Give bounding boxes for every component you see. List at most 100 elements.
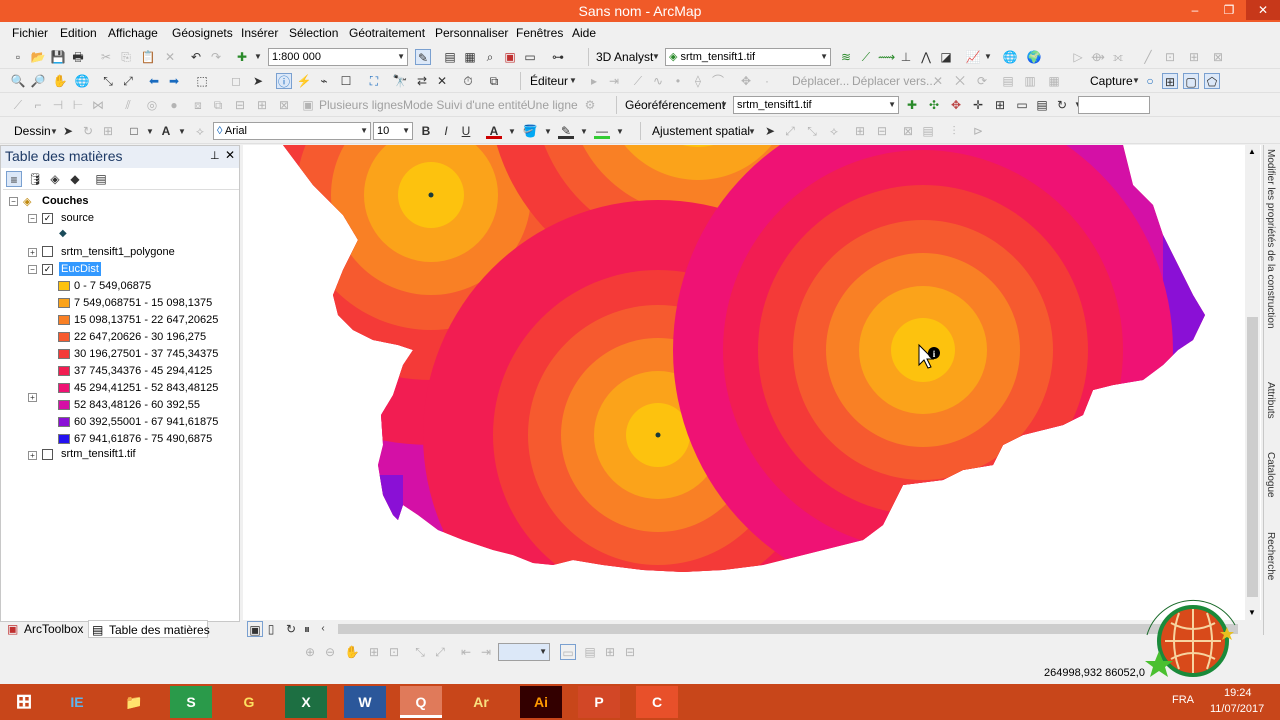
interpolate-point-icon[interactable]: ⊥	[898, 49, 914, 65]
new-displacement-link-icon[interactable]: ⤢	[782, 123, 798, 139]
layout-view-icon[interactable]: ▯	[263, 621, 279, 637]
cut-icon[interactable]: ✂	[98, 49, 114, 65]
refresh-icon[interactable]: ↻	[283, 621, 299, 637]
print-icon[interactable]: 🖶	[70, 49, 86, 65]
multi-lines-icon[interactable]: ▣	[300, 97, 316, 113]
dock-search[interactable]: Recherche	[1265, 532, 1276, 580]
hyperlink-icon[interactable]: ⚡	[296, 73, 312, 89]
editor-toolbar-icon[interactable]: ✎	[415, 49, 431, 65]
undo-icon[interactable]: ↶	[188, 49, 204, 65]
legend-swatch[interactable]	[58, 383, 70, 393]
legend-swatch[interactable]	[58, 417, 70, 427]
attribute-table-icon[interactable]: ▤	[1000, 73, 1016, 89]
smooth-icon[interactable]: ⧉	[210, 97, 226, 113]
menu-inserer[interactable]: Insérer	[241, 26, 278, 40]
camtasia-icon[interactable]: C	[636, 686, 678, 718]
rectangle-icon[interactable]: □	[126, 123, 142, 139]
list-by-visibility-icon[interactable]: ◈	[47, 171, 63, 187]
python-window-icon[interactable]: ▭	[522, 49, 538, 65]
zoom-in-icon[interactable]: 🔍	[10, 73, 26, 89]
rotation-angle-input[interactable]	[1078, 96, 1150, 114]
clip-icon[interactable]: ⊠	[276, 97, 292, 113]
add-control-points-icon[interactable]: ✛	[970, 97, 986, 113]
cut-polygon-icon[interactable]: ⟗	[1110, 49, 1126, 65]
menu-fichier[interactable]: Fichier	[12, 26, 48, 40]
sketch-properties-icon[interactable]: ▥	[1022, 73, 1038, 89]
marker-color-icon[interactable]: —	[594, 123, 610, 139]
find-route-icon[interactable]: ⛶	[366, 73, 382, 89]
font-combo[interactable]: ◊ Arial ▼	[213, 122, 371, 140]
map-view[interactable]: i	[243, 145, 1261, 620]
text-tool-icon[interactable]: A	[158, 123, 174, 139]
data-driven-pages-icon[interactable]: ⊟	[622, 644, 638, 660]
generalize-icon[interactable]: ⧈	[190, 97, 206, 113]
layer-checkbox-eucdist[interactable]: ✓	[42, 264, 53, 275]
vertical-scrollbar[interactable]: ▲ ▼	[1245, 145, 1260, 620]
scroll-up-icon[interactable]: ▲	[1248, 147, 1256, 156]
straight-segment-icon[interactable]: ⟋	[630, 73, 646, 89]
forward-extent-icon[interactable]: ➡	[166, 73, 182, 89]
steepest-path-icon[interactable]: ⟋	[858, 49, 874, 65]
link-table-2-icon[interactable]: ⊠	[900, 123, 916, 139]
collapse-icon[interactable]: −	[28, 265, 37, 274]
interpolate-polygon-icon[interactable]: ◪	[938, 49, 954, 65]
edit-vertices-draw-icon[interactable]: ⟡	[192, 123, 208, 139]
layout-zoom-in-icon[interactable]: ⊕	[302, 644, 318, 660]
georef-layer-combo[interactable]: srtm_tensift1.tif ▼	[733, 96, 899, 114]
zoom-100-icon[interactable]: ⊡	[386, 644, 402, 660]
scroll-thumb[interactable]	[1247, 317, 1258, 597]
trim-icon[interactable]: ⊢	[70, 97, 86, 113]
view-links-icon[interactable]: ▤	[920, 123, 936, 139]
open-folder-icon[interactable]: 📂	[30, 49, 46, 65]
zoom-percent-combo[interactable]: ▼	[498, 643, 550, 661]
expand-icon[interactable]: +	[28, 393, 37, 402]
pan-icon[interactable]: ✋	[52, 73, 68, 89]
rotate-element-icon[interactable]: ↻	[80, 123, 96, 139]
sketch-icon[interactable]: ╱	[1140, 49, 1156, 65]
move-dot-icon[interactable]: ·	[759, 73, 775, 89]
fill-color-dropdown-icon[interactable]: ▼	[540, 124, 556, 140]
measure-icon[interactable]: ☐	[338, 73, 354, 89]
editor-menu[interactable]: Éditeur	[530, 74, 568, 88]
topology-icon[interactable]: ⊠	[1210, 49, 1226, 65]
add-data-dropdown-icon[interactable]: ▼	[250, 49, 266, 65]
attribute-transfer-icon[interactable]: ⊳	[970, 123, 986, 139]
georef-menu[interactable]: Géoréférencement	[625, 98, 725, 112]
back-extent-icon[interactable]: ⬅	[146, 73, 162, 89]
arccatalog-icon[interactable]: Ar	[460, 686, 502, 718]
text-dropdown-icon[interactable]: ▼	[174, 124, 190, 140]
underline-button[interactable]: U	[458, 123, 474, 139]
arc-icon[interactable]: ⌒	[710, 73, 726, 89]
new-document-icon[interactable]: ▫	[10, 49, 26, 65]
one-line-button[interactable]: Une ligne	[527, 98, 578, 112]
list-by-source-icon[interactable]: 🛢	[27, 171, 43, 187]
fixed-zoom-in-icon[interactable]: ⤡	[100, 73, 116, 89]
internet-explorer-icon[interactable]: IE	[56, 686, 98, 718]
illustrator-icon[interactable]: Ai	[520, 686, 562, 718]
windows-start-icon[interactable]: ⊞	[3, 686, 45, 718]
menu-edition[interactable]: Edition	[60, 26, 97, 40]
options-icon[interactable]: ▤	[93, 171, 109, 187]
follow-entity-button[interactable]: Mode Suivi d'une entité	[403, 98, 527, 112]
trace-icon[interactable]: ∿	[650, 73, 666, 89]
edit-annotation-icon[interactable]: ⇥	[606, 73, 622, 89]
html-popup-icon[interactable]: ⌁	[316, 73, 332, 89]
powerpoint-icon[interactable]: P	[578, 686, 620, 718]
scroll-down-icon[interactable]: ▼	[1248, 608, 1256, 617]
point-icon[interactable]: •	[670, 73, 686, 89]
arcmap-icon[interactable]: Q	[400, 686, 442, 718]
grid-capture-icon[interactable]: ⊞	[1162, 73, 1178, 89]
move-button[interactable]: Déplacer...	[792, 74, 849, 88]
menu-selection[interactable]: Sélection	[289, 26, 338, 40]
identity-link-icon[interactable]: ⊞	[852, 123, 868, 139]
layer-srtm-polygone[interactable]: srtm_tensift1_polygone	[61, 246, 175, 258]
chrome-icon[interactable]: G	[228, 686, 270, 718]
interpolate-line-icon[interactable]: ⋀	[918, 49, 934, 65]
menu-aide[interactable]: Aide	[572, 26, 596, 40]
minimize-button[interactable]: –	[1178, 0, 1212, 20]
dock-attributes[interactable]: Attributs	[1265, 382, 1276, 419]
clear-selection-icon[interactable]: ◻	[228, 73, 244, 89]
georef-dropdown-icon[interactable]: ▼	[716, 97, 732, 113]
copy-icon[interactable]: ⎘	[118, 49, 134, 65]
line-of-sight-icon[interactable]: ⟿	[878, 49, 895, 65]
